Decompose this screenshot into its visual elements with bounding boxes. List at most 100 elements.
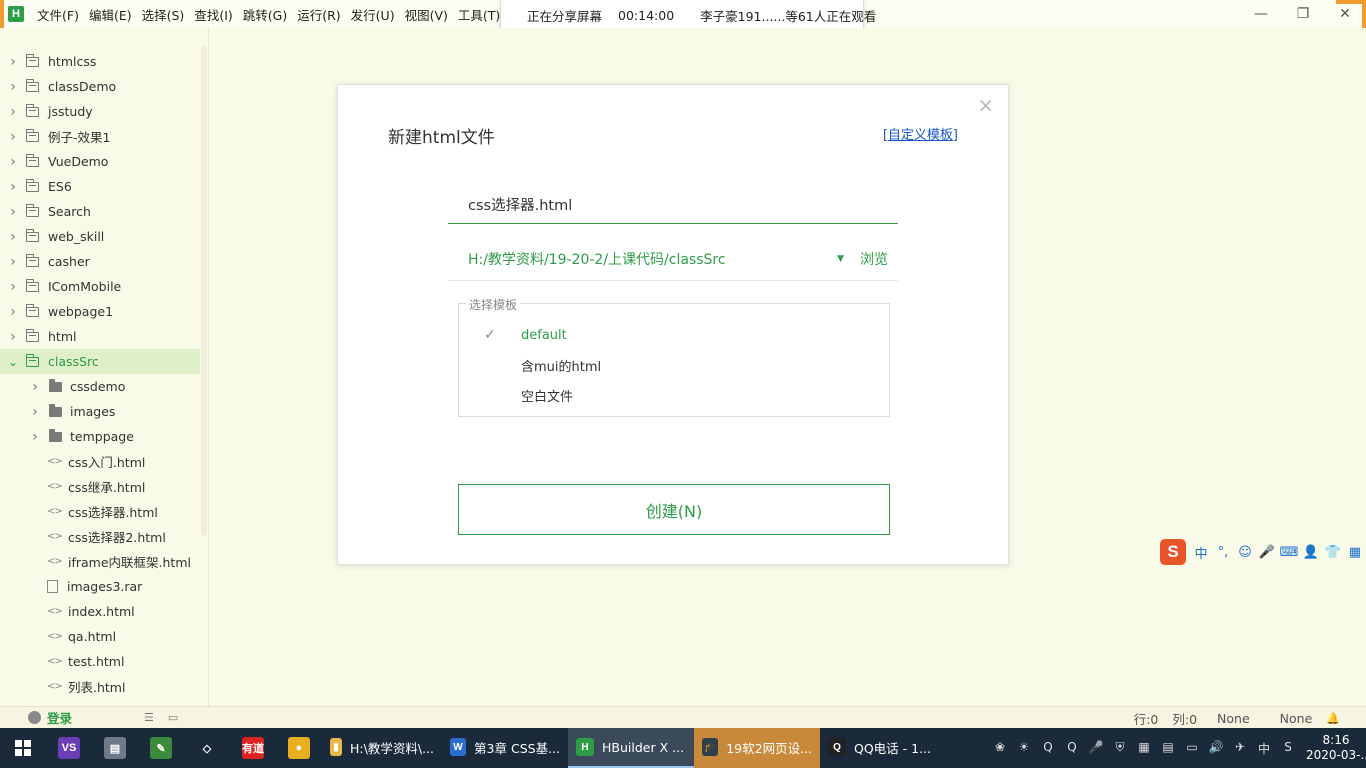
chevron-right-icon[interactable]: › — [8, 179, 18, 195]
menu-file[interactable]: 文件(F) — [32, 5, 84, 24]
chevron-right-icon[interactable]: › — [8, 129, 18, 145]
menu-find[interactable]: 查找(I) — [189, 5, 237, 24]
dialog-close-icon[interactable]: × — [977, 95, 994, 115]
terminal-icon[interactable]: ▭ — [168, 711, 178, 724]
file-item[interactable]: <> iframe内联框架.html — [0, 549, 200, 574]
3d-box-icon[interactable]: ◇ — [184, 728, 230, 768]
ime-chinese-mode[interactable]: 中 — [1190, 543, 1212, 562]
tray-icon[interactable]: ✈ — [1228, 740, 1252, 757]
tray-icon[interactable]: ❀ — [988, 740, 1012, 757]
tray-icon[interactable]: 🔊 — [1204, 740, 1228, 757]
menu-edit[interactable]: 编辑(E) — [84, 5, 137, 24]
folder-item[interactable]: › cssdemo — [0, 374, 200, 399]
tray-icon[interactable]: S — [1276, 740, 1300, 757]
tray-icon[interactable]: ▦ — [1132, 740, 1156, 757]
restore-button[interactable]: ❐ — [1282, 0, 1324, 28]
encoding-status[interactable]: None — [1217, 711, 1250, 726]
browse-button[interactable]: 浏览 — [860, 249, 888, 269]
dropdown-arrow-icon[interactable]: ▼ — [837, 254, 844, 264]
chevron-right-icon[interactable]: › — [8, 279, 18, 295]
login-button[interactable]: 登录 — [28, 708, 72, 727]
close-window-button[interactable]: ✕ — [1324, 0, 1366, 28]
chevron-down-icon[interactable]: ⌄ — [8, 355, 18, 369]
syntax-status[interactable]: None — [1280, 711, 1313, 726]
youdao-icon[interactable]: 有道 — [230, 728, 276, 768]
folder-item[interactable]: › htmlcss — [0, 49, 200, 74]
taskbar-app[interactable]: 🎓 19软2网页设... — [694, 728, 820, 768]
template-option-default[interactable]: ✓ default — [459, 320, 889, 350]
chevron-right-icon[interactable]: › — [30, 379, 40, 395]
file-item[interactable]: <> css选择器2.html — [0, 524, 200, 549]
menu-select[interactable]: 选择(S) — [137, 5, 190, 24]
folder-item[interactable]: › web_skill — [0, 224, 200, 249]
tray-icon[interactable]: ⛨ — [1108, 740, 1132, 757]
ime-voice-icon[interactable]: 🎤 — [1256, 545, 1278, 560]
chrome-icon[interactable]: ● — [276, 728, 322, 768]
start-button[interactable] — [0, 728, 46, 768]
folder-item[interactable]: › casher — [0, 249, 200, 274]
ime-user-icon[interactable]: 👤 — [1300, 545, 1322, 560]
folder-item[interactable]: › ES6 — [0, 174, 200, 199]
tray-icon[interactable]: ☀ — [1012, 740, 1036, 757]
chevron-right-icon[interactable]: › — [8, 329, 18, 345]
file-item[interactable]: <> test.html — [0, 649, 200, 674]
custom-template-link[interactable]: 自定义模板 — [888, 128, 953, 143]
tray-icon[interactable]: 中 — [1252, 740, 1276, 757]
file-item[interactable]: <> css入门.html — [0, 449, 200, 474]
file-item[interactable]: images3.rar — [0, 574, 200, 599]
filename-input[interactable] — [448, 186, 898, 224]
ime-toolbox-icon[interactable]: ▦ — [1344, 545, 1366, 560]
chevron-right-icon[interactable]: › — [8, 229, 18, 245]
tray-icon[interactable]: ▭ — [1180, 740, 1204, 757]
file-item[interactable]: <> css继承.html — [0, 474, 200, 499]
folder-item[interactable]: › classDemo — [0, 74, 200, 99]
location-selector[interactable]: H:/教学资料/19-20-2/上课代码/classSrc ▼ 浏览 — [448, 237, 898, 281]
taskbar-app[interactable]: H HBuilder X ... — [568, 728, 694, 768]
folder-item[interactable]: › IComMobile — [0, 274, 200, 299]
tray-icon[interactable]: Q — [1060, 740, 1084, 757]
image-tool-icon[interactable]: ✎ — [138, 728, 184, 768]
template-option-blank[interactable]: 空白文件 — [459, 380, 889, 410]
chevron-right-icon[interactable]: › — [8, 204, 18, 220]
visual-studio-icon[interactable]: VS — [46, 728, 92, 768]
chevron-right-icon[interactable]: › — [8, 54, 18, 70]
ime-skin-icon[interactable]: 👕 — [1322, 545, 1344, 560]
taskbar-app[interactable]: ▮ H:\教学资料\... — [322, 728, 442, 768]
tray-icon[interactable]: Q — [1036, 740, 1060, 757]
folder-item[interactable]: › 例子-效果1 — [0, 124, 200, 149]
tray-icon[interactable]: 🎤 — [1084, 740, 1108, 757]
sogou-logo-icon[interactable]: S — [1160, 539, 1186, 565]
chevron-right-icon[interactable]: › — [8, 104, 18, 120]
bell-icon[interactable]: 🔔 — [1326, 712, 1340, 725]
folder-item[interactable]: › temppage — [0, 424, 200, 449]
folder-item[interactable]: › images — [0, 399, 200, 424]
menu-tools[interactable]: 工具(T) — [453, 5, 505, 24]
ime-emoji-icon[interactable]: ☺ — [1234, 545, 1256, 560]
chevron-right-icon[interactable]: › — [30, 404, 40, 420]
chevron-right-icon[interactable]: › — [8, 254, 18, 270]
minimize-button[interactable]: — — [1240, 0, 1282, 28]
printer-icon[interactable]: ▤ — [92, 728, 138, 768]
menu-publish[interactable]: 发行(U) — [346, 5, 400, 24]
template-option-mui[interactable]: 含mui的html — [459, 350, 889, 380]
list-icon[interactable]: ☰ — [144, 711, 154, 724]
ime-punctuation-icon[interactable]: °, — [1212, 545, 1234, 560]
folder-item[interactable]: › jsstudy — [0, 99, 200, 124]
chevron-right-icon[interactable]: › — [8, 154, 18, 170]
file-item[interactable]: <> 列表.html — [0, 674, 200, 699]
sidebar-scrollbar[interactable] — [201, 46, 207, 536]
ime-keyboard-icon[interactable]: ⌨ — [1278, 545, 1300, 560]
file-item[interactable]: <> qa.html — [0, 624, 200, 649]
folder-item[interactable]: › VueDemo — [0, 149, 200, 174]
folder-item[interactable]: › Search — [0, 199, 200, 224]
folder-item[interactable]: ⌄ classSrc — [0, 349, 200, 374]
taskbar-app[interactable]: Q QQ电话 - 1... — [820, 728, 946, 768]
file-item[interactable]: <> css选择器.html — [0, 499, 200, 524]
chevron-right-icon[interactable]: › — [30, 429, 40, 445]
clock[interactable]: 8:16 2020-03-... — [1306, 733, 1366, 763]
create-button[interactable]: 创建(N) — [458, 484, 890, 535]
folder-item[interactable]: › html — [0, 324, 200, 349]
chevron-right-icon[interactable]: › — [8, 304, 18, 320]
folder-item[interactable]: › webpage1 — [0, 299, 200, 324]
menu-view[interactable]: 视图(V) — [400, 5, 453, 24]
